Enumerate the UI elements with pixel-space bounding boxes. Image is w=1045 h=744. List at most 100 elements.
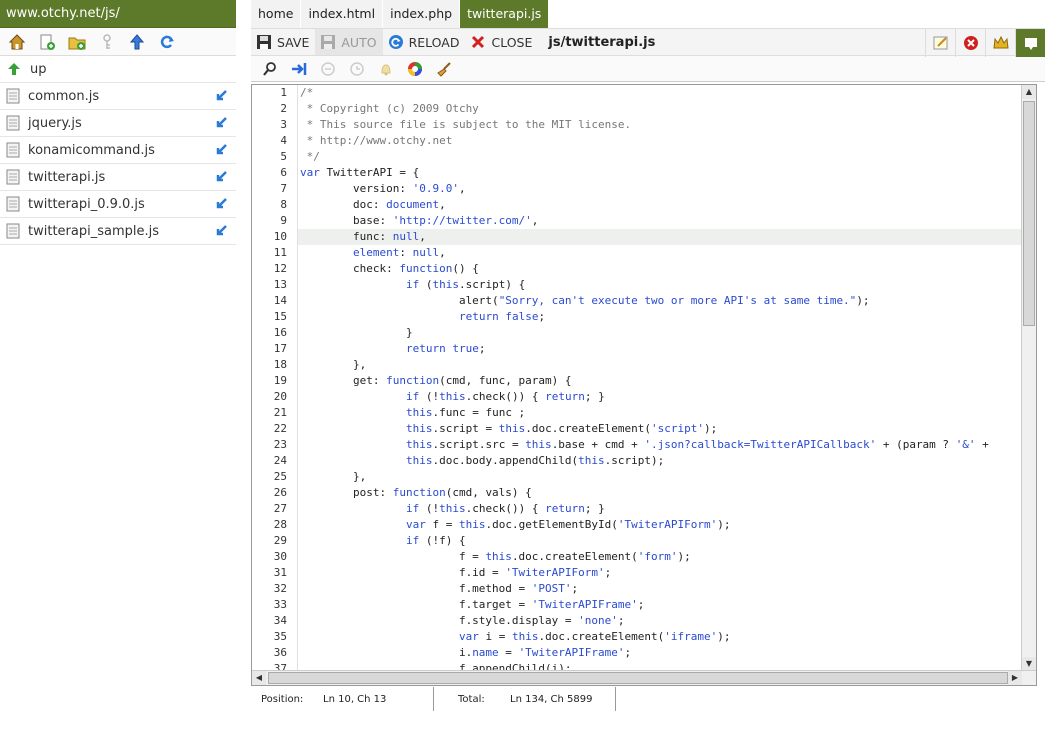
code-line[interactable]: /* bbox=[298, 85, 1022, 101]
code-line[interactable]: this.doc.body.appendChild(this.script); bbox=[298, 453, 1022, 469]
file-item[interactable]: jquery.js bbox=[0, 110, 236, 137]
scroll-left-icon[interactable]: ◀ bbox=[252, 671, 266, 685]
line-number: 2 bbox=[280, 102, 287, 115]
code-line[interactable]: f.target = 'TwiterAPIFrame'; bbox=[298, 597, 1022, 613]
scroll-down-icon[interactable]: ▼ bbox=[1022, 657, 1036, 671]
code-line[interactable]: } bbox=[298, 325, 1022, 341]
code-line[interactable]: }, bbox=[298, 469, 1022, 485]
open-file-icon[interactable] bbox=[214, 197, 228, 211]
code-line[interactable]: f.method = 'POST'; bbox=[298, 581, 1022, 597]
reload-button[interactable]: RELOAD bbox=[383, 29, 466, 55]
auto-button[interactable]: AUTO bbox=[315, 29, 383, 55]
file-item[interactable]: twitterapi_sample.js bbox=[0, 218, 236, 245]
up-directory[interactable]: up bbox=[0, 56, 236, 83]
code-line[interactable]: i.name = 'TwiterAPIFrame'; bbox=[298, 645, 1022, 661]
code-line[interactable]: }, bbox=[298, 357, 1022, 373]
code-line[interactable]: if (this.script) { bbox=[298, 277, 1022, 293]
line-number: 10 bbox=[273, 230, 287, 243]
code-line[interactable]: func: null, bbox=[298, 229, 1022, 245]
code-line[interactable]: f.style.display = 'none'; bbox=[298, 613, 1022, 629]
file-icon bbox=[6, 196, 20, 212]
home-icon[interactable] bbox=[6, 31, 28, 53]
scroll-up-icon[interactable]: ▲ bbox=[1022, 85, 1036, 99]
code-line[interactable]: if (!f) { bbox=[298, 533, 1022, 549]
code-line[interactable]: var f = this.doc.getElementById('TwiterA… bbox=[298, 517, 1022, 533]
line-number: 24 bbox=[273, 454, 287, 467]
position-label: Position: bbox=[261, 693, 304, 705]
code-line[interactable]: return true; bbox=[298, 341, 1022, 357]
code-line[interactable]: check: function() { bbox=[298, 261, 1022, 277]
vertical-scroll-thumb[interactable] bbox=[1023, 101, 1035, 326]
crown-icon[interactable] bbox=[985, 29, 1015, 57]
horizontal-scrollbar[interactable]: ◀ ▶ bbox=[252, 670, 1036, 685]
code-content[interactable]: /* * Copyright (c) 2009 Otchy * This sou… bbox=[298, 85, 1022, 671]
tab-twitterapi-js[interactable]: twitterapi.js bbox=[460, 0, 550, 28]
tab-index-html[interactable]: index.html bbox=[301, 0, 384, 28]
bell-icon[interactable] bbox=[375, 58, 397, 80]
code-line[interactable]: version: '0.9.0', bbox=[298, 181, 1022, 197]
line-number: 16 bbox=[273, 326, 287, 339]
save-icon bbox=[257, 35, 271, 49]
open-file-icon[interactable] bbox=[214, 116, 228, 130]
file-item[interactable]: twitterapi.js bbox=[0, 164, 236, 191]
open-file-icon[interactable] bbox=[214, 170, 228, 184]
open-file-icon[interactable] bbox=[214, 143, 228, 157]
open-file-icon[interactable] bbox=[214, 89, 228, 103]
file-item[interactable]: twitterapi_0.9.0.js bbox=[0, 191, 236, 218]
code-line[interactable]: get: function(cmd, func, param) { bbox=[298, 373, 1022, 389]
edit-note-icon[interactable] bbox=[925, 29, 955, 57]
code-line[interactable]: * http://www.otchy.net bbox=[298, 133, 1022, 149]
line-number: 35 bbox=[273, 630, 287, 643]
code-line[interactable]: this.script.src = this.base + cmd + '.js… bbox=[298, 437, 1022, 453]
upload-icon[interactable] bbox=[126, 31, 148, 53]
code-line[interactable]: alert("Sorry, can't execute two or more … bbox=[298, 293, 1022, 309]
broom-icon[interactable] bbox=[433, 58, 455, 80]
code-line[interactable]: var i = this.doc.createElement('iframe')… bbox=[298, 629, 1022, 645]
redo-icon[interactable] bbox=[346, 58, 368, 80]
code-line[interactable]: base: 'http://twitter.com/', bbox=[298, 213, 1022, 229]
file-name: twitterapi_sample.js bbox=[28, 223, 159, 239]
code-line[interactable]: this.func = func ; bbox=[298, 405, 1022, 421]
panel-toggle-icon[interactable] bbox=[1015, 29, 1045, 57]
up-label: up bbox=[30, 61, 47, 77]
go-to-line-icon[interactable] bbox=[288, 58, 310, 80]
close-button[interactable]: CLOSE bbox=[465, 29, 538, 55]
code-line[interactable]: f.id = 'TwiterAPIForm'; bbox=[298, 565, 1022, 581]
reload-label: RELOAD bbox=[408, 34, 460, 50]
save-button[interactable]: SAVE bbox=[251, 29, 315, 55]
vertical-scrollbar[interactable]: ▲ ▼ bbox=[1021, 85, 1036, 671]
code-line[interactable]: if (!this.check()) { return; } bbox=[298, 501, 1022, 517]
new-file-icon[interactable] bbox=[36, 31, 58, 53]
color-wheel-icon[interactable] bbox=[404, 58, 426, 80]
new-folder-icon[interactable] bbox=[66, 31, 88, 53]
line-number: 18 bbox=[273, 358, 287, 371]
stop-icon[interactable] bbox=[955, 29, 985, 57]
close-label: CLOSE bbox=[491, 34, 533, 50]
tab-index-php[interactable]: index.php bbox=[383, 0, 461, 28]
horizontal-scroll-thumb[interactable] bbox=[268, 672, 1008, 684]
code-line[interactable]: if (!this.check()) { return; } bbox=[298, 389, 1022, 405]
open-file-icon[interactable] bbox=[214, 224, 228, 238]
file-item[interactable]: konamicommand.js bbox=[0, 137, 236, 164]
line-number-gutter: 1 2 3 4 5 6 7 8 9 10 11 12 13 14 15 16 17 18 19 20 21 22 23 24 2… bbox=[252, 85, 298, 675]
tab-home[interactable]: home bbox=[251, 0, 302, 28]
key-icon[interactable] bbox=[96, 31, 118, 53]
undo-icon[interactable] bbox=[317, 58, 339, 80]
code-line[interactable]: return false; bbox=[298, 309, 1022, 325]
code-editor[interactable]: 1 2 3 4 5 6 7 8 9 10 11 12 13 14 15 16 17 18 19 20 21 22 23 24 2… bbox=[251, 84, 1037, 686]
search-icon[interactable] bbox=[259, 58, 281, 80]
code-line[interactable]: element: null, bbox=[298, 245, 1022, 261]
code-line[interactable]: doc: document, bbox=[298, 197, 1022, 213]
code-line[interactable]: * Copyright (c) 2009 Otchy bbox=[298, 101, 1022, 117]
refresh-icon[interactable] bbox=[156, 31, 178, 53]
line-number: 11 bbox=[273, 246, 287, 259]
code-line[interactable]: f = this.doc.createElement('form'); bbox=[298, 549, 1022, 565]
code-line[interactable]: this.script = this.doc.createElement('sc… bbox=[298, 421, 1022, 437]
code-line[interactable]: var TwitterAPI = { bbox=[298, 165, 1022, 181]
code-line[interactable]: */ bbox=[298, 149, 1022, 165]
file-item[interactable]: common.js bbox=[0, 83, 236, 110]
file-title: js/twitterapi.js bbox=[548, 34, 656, 50]
code-line[interactable]: post: function(cmd, vals) { bbox=[298, 485, 1022, 501]
code-line[interactable]: * This source file is subject to the MIT… bbox=[298, 117, 1022, 133]
scroll-right-icon[interactable]: ▶ bbox=[1008, 671, 1022, 685]
